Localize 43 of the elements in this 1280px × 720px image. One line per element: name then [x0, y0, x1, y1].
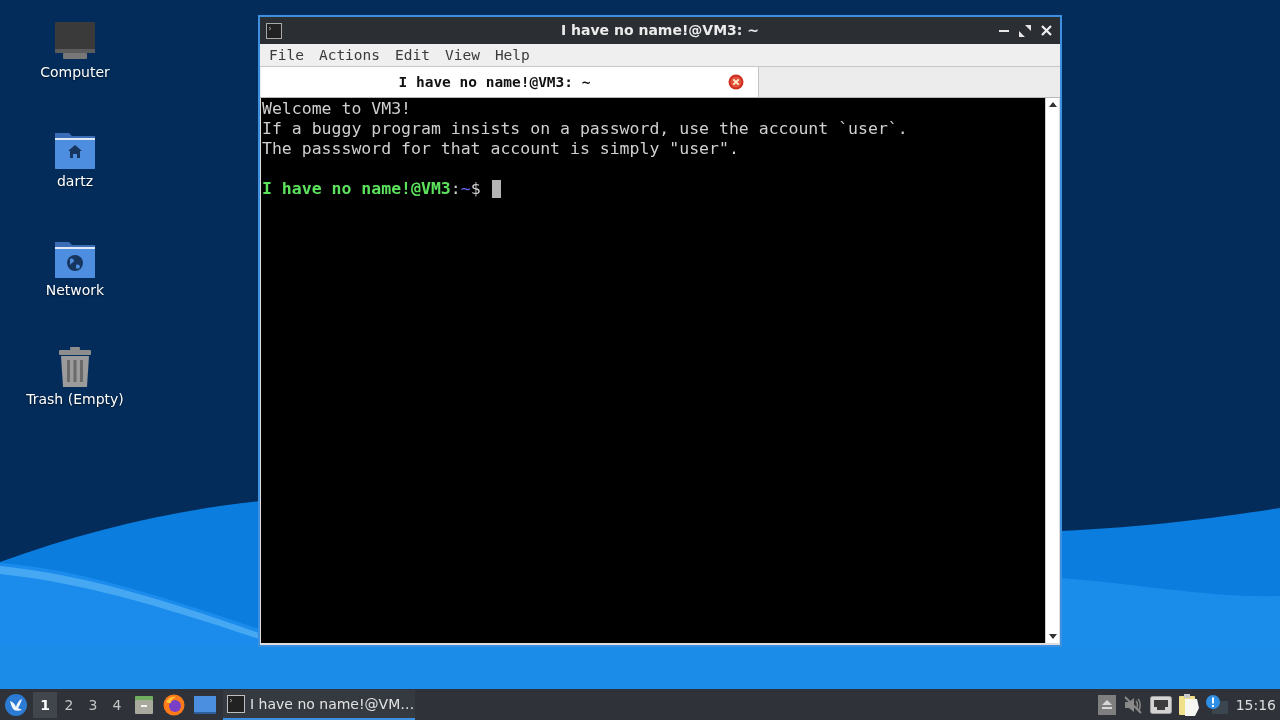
- close-icon[interactable]: [728, 74, 744, 90]
- workspace-button[interactable]: 4: [105, 691, 129, 718]
- terminal-icon: [227, 694, 245, 713]
- taskbar-task-button[interactable]: I have no name!@VM…: [223, 689, 415, 720]
- desktop-shortcut[interactable]: Computer: [40, 20, 110, 81]
- menu-item[interactable]: Edit: [395, 47, 430, 63]
- close-icon[interactable]: [1041, 25, 1052, 36]
- bird-logo-icon[interactable]: [5, 693, 27, 716]
- terminal-tab[interactable]: I have no name!@VM3: ~: [261, 67, 759, 97]
- menu-item[interactable]: Actions: [318, 47, 381, 63]
- ethernet-port-icon[interactable]: [1149, 695, 1172, 714]
- shell-prompt: I have no name!@VM3:~$: [262, 179, 481, 199]
- clock[interactable]: 15:16: [1235, 696, 1276, 713]
- terminal-output[interactable]: Welcome to VM3! If a buggy program insists on a password, use the account `user`. The passsword for that account is simply "user". I have no name!@VM3:~$: [261, 98, 1045, 643]
- file-cabinet-icon[interactable]: [134, 694, 154, 715]
- fox-globe-icon[interactable]: [163, 693, 185, 716]
- maximize-icon[interactable]: [1019, 24, 1031, 37]
- text-cursor-icon: [491, 180, 501, 198]
- globe-folder-icon: [55, 242, 95, 278]
- scroll-up-arrow-icon[interactable]: [1048, 102, 1057, 107]
- monitor-icon: [55, 22, 95, 60]
- terminal-line: If a buggy program insists on a password, use the account `user`.: [262, 119, 908, 139]
- desktop-shortcut[interactable]: Trash (Empty): [26, 347, 124, 408]
- desktop-icon[interactable]: [194, 695, 216, 714]
- workspace-button[interactable]: 1: [33, 691, 57, 718]
- terminal-line: Welcome to VM3!: [262, 99, 411, 119]
- home-folder-icon: [55, 133, 95, 169]
- window-title: I have no name!@VM3: ~: [560, 21, 759, 40]
- menu-item[interactable]: Help: [494, 47, 530, 63]
- speaker-muted-icon[interactable]: [1122, 694, 1143, 715]
- scrollbar[interactable]: [1045, 98, 1059, 643]
- trash-can-icon: [59, 347, 91, 387]
- terminal-line: The passsword for that account is simply "user".: [262, 139, 739, 159]
- workspace-button[interactable]: 2: [57, 691, 81, 718]
- clipboard-icon[interactable]: [1178, 693, 1199, 716]
- menu-item[interactable]: View: [444, 47, 480, 63]
- terminal-icon[interactable]: [266, 22, 282, 39]
- desktop-shortcut[interactable]: dartz: [55, 129, 95, 190]
- desktop-shortcut[interactable]: Network: [45, 238, 105, 299]
- menu-item[interactable]: File: [269, 47, 304, 63]
- alert-monitor-icon[interactable]: [1205, 694, 1228, 715]
- eject-icon[interactable]: [1097, 694, 1116, 715]
- workspace-button[interactable]: 3: [81, 691, 105, 718]
